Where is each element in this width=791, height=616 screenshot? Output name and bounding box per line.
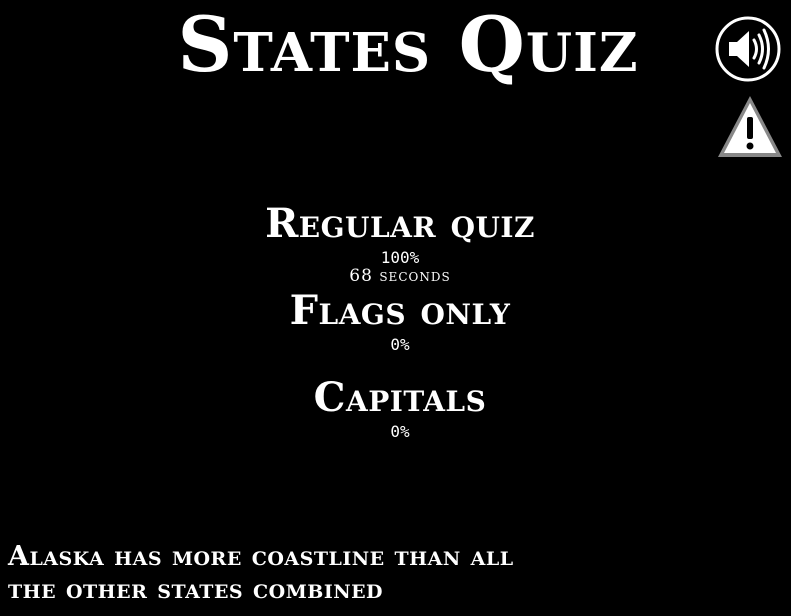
mode-capitals[interactable]: Capitals 0%: [0, 374, 791, 441]
speaker-icon: [715, 16, 781, 82]
report-problem-button[interactable]: [716, 93, 784, 159]
page-title: States Quiz: [177, 0, 639, 89]
quiz-mode-menu: Regular quiz 100% 68 seconds Flags only …: [0, 200, 791, 441]
fun-fact-line: Alaska has more coastline than all: [8, 541, 514, 572]
fun-fact: Alaska has more coastline than all the o…: [8, 540, 708, 606]
mode-regular-quiz[interactable]: Regular quiz 100% 68 seconds: [0, 200, 791, 285]
mode-time: 68 seconds: [349, 266, 451, 286]
mode-label: Capitals: [313, 374, 487, 421]
mode-score: 0%: [390, 335, 410, 354]
mode-flags-only[interactable]: Flags only 0%: [0, 287, 791, 354]
mode-score: 0%: [390, 422, 410, 441]
warning-icon: [718, 96, 782, 157]
sound-toggle-button[interactable]: [715, 16, 781, 82]
mode-label: Flags only: [289, 287, 511, 334]
mode-score: 100%: [380, 248, 420, 267]
mode-label: Regular quiz: [265, 200, 535, 247]
fun-fact-line: the other states combined: [8, 574, 384, 605]
